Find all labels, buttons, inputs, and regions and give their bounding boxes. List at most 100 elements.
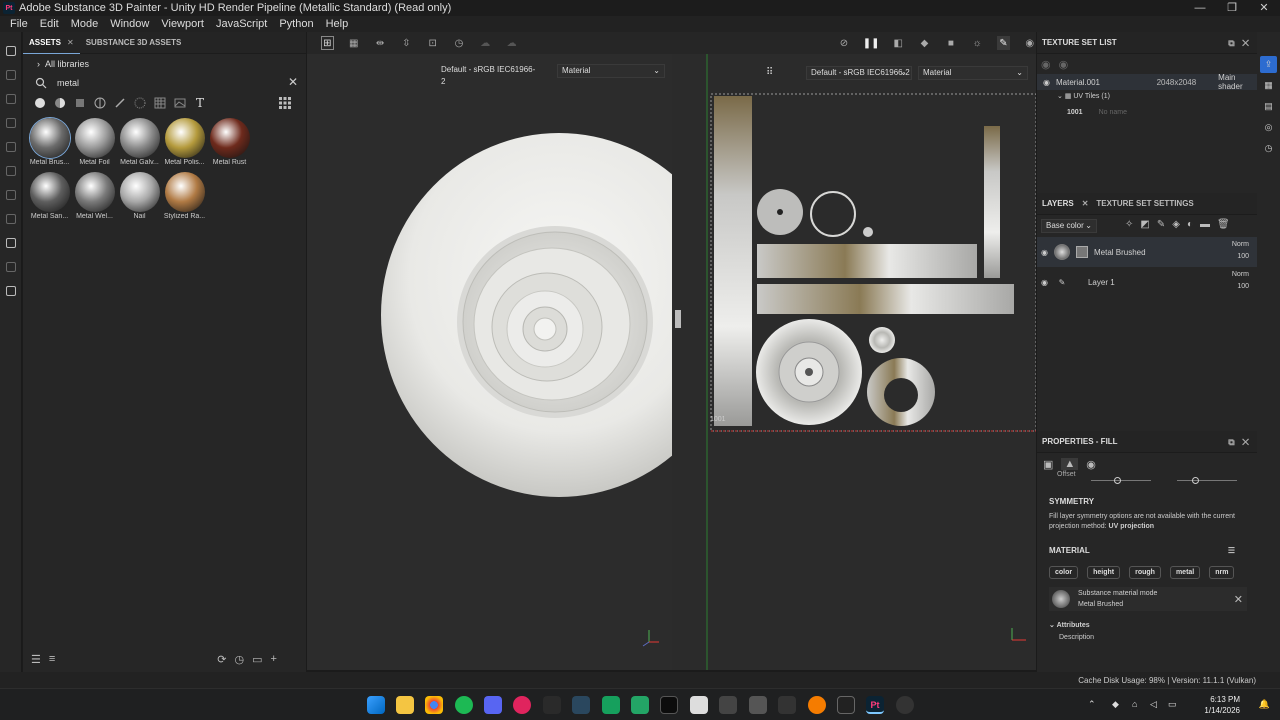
- 3d-view-icon[interactable]: ◆: [918, 36, 930, 50]
- chip-height[interactable]: height: [1087, 566, 1121, 579]
- fill-layer-icon[interactable]: ◈: [1172, 219, 1187, 230]
- brush-icon[interactable]: ✎: [997, 36, 1010, 50]
- blender-icon[interactable]: [808, 696, 826, 714]
- mirror-x-icon[interactable]: ⇹: [374, 36, 386, 50]
- material-mode-row[interactable]: Substance material mode Metal Brushed ✕: [1049, 587, 1247, 611]
- layer-blend[interactable]: Norm 100: [1232, 239, 1249, 263]
- clipboard-icon[interactable]: [5, 286, 16, 296]
- texture-set-shader[interactable]: Main shader: [1218, 73, 1257, 91]
- app-green-icon[interactable]: [602, 696, 620, 714]
- color-profile-right[interactable]: Default - sRGB IEC61966-2 ⌄: [806, 66, 912, 80]
- smart-material-icon[interactable]: ◐: [1187, 219, 1200, 230]
- filter-alphas-icon[interactable]: [133, 96, 147, 110]
- close-panel-icon[interactable]: ✕: [1242, 437, 1249, 447]
- paint-layer-icon[interactable]: ✎: [1157, 219, 1172, 230]
- app-cube-icon[interactable]: [719, 696, 737, 714]
- refresh-icon[interactable]: ⟳: [217, 653, 226, 666]
- uv-tile-row[interactable]: 1001 No name: [1037, 104, 1257, 122]
- terminal-icon[interactable]: [778, 696, 796, 714]
- history-icon[interactable]: ◷: [235, 653, 245, 666]
- layers-icon[interactable]: ▦: [1260, 77, 1277, 94]
- undock-icon[interactable]: ⧉: [1228, 437, 1234, 447]
- eye-icon[interactable]: ◉: [1043, 78, 1050, 87]
- offset-y-slider[interactable]: [1192, 477, 1199, 484]
- color-picker-icon[interactable]: [5, 190, 16, 200]
- material-thumbnail[interactable]: Metal Galv...: [117, 118, 162, 166]
- app-red-icon[interactable]: [513, 696, 531, 714]
- share-icon[interactable]: ⇪: [1260, 56, 1277, 73]
- tab-layers[interactable]: LAYERS: [1042, 199, 1074, 208]
- start-icon[interactable]: [367, 696, 385, 714]
- material-thumbnail[interactable]: Stylized Ra...: [162, 172, 207, 220]
- add-frame-icon[interactable]: ⊡: [427, 36, 439, 50]
- channel-select[interactable]: Base color ⌄: [1041, 219, 1097, 233]
- material-thumbnail[interactable]: Metal Polis...: [162, 118, 207, 166]
- filter-environments-icon[interactable]: [173, 96, 187, 110]
- uv-tiles-row[interactable]: ⌄ ▦ UV Tiles (1): [1037, 90, 1257, 104]
- path-tool-icon[interactable]: [5, 214, 16, 224]
- menu-edit[interactable]: Edit: [34, 18, 65, 30]
- history-icon[interactable]: ◷: [453, 36, 465, 50]
- search-input[interactable]: metal: [57, 78, 79, 88]
- tray-app-icon[interactable]: ◆: [1112, 699, 1119, 710]
- file-explorer-icon[interactable]: [396, 696, 414, 714]
- material-thumbnail[interactable]: Metal Brus...: [27, 118, 72, 166]
- display-settings-icon[interactable]: ◎: [1260, 119, 1277, 136]
- eye-icon[interactable]: ◉: [1041, 248, 1048, 257]
- tab-substance-3d-assets[interactable]: SUBSTANCE 3D ASSETS: [80, 32, 188, 54]
- screenshot-icon[interactable]: ◉: [1024, 36, 1036, 50]
- menu-file[interactable]: File: [4, 18, 34, 30]
- measure-icon[interactable]: [5, 262, 16, 272]
- undock-icon[interactable]: ⧉: [1228, 38, 1234, 48]
- menu-javascript[interactable]: JavaScript: [210, 18, 273, 30]
- channel-dropdown-right[interactable]: Material ⌄: [918, 66, 1028, 80]
- substance-painter-icon[interactable]: Pt: [866, 696, 884, 714]
- tab-assets[interactable]: ASSETS ✕: [23, 32, 80, 54]
- history-icon[interactable]: ◷: [1260, 140, 1277, 157]
- library-selector[interactable]: › All libraries: [23, 54, 306, 74]
- channel-dropdown-left[interactable]: Material ⌄: [557, 64, 665, 78]
- material-thumbnail[interactable]: Metal Foil: [72, 118, 117, 166]
- menu-window[interactable]: Window: [104, 18, 155, 30]
- frame-icon[interactable]: ⊞: [321, 36, 334, 50]
- clear-search-icon[interactable]: ✕: [288, 75, 298, 89]
- layer-blend[interactable]: Norm 100: [1232, 269, 1249, 293]
- close-tab-icon[interactable]: ✕: [67, 38, 74, 47]
- properties-icon[interactable]: ▤: [1260, 98, 1277, 115]
- close-panel-icon[interactable]: ✕: [1242, 38, 1249, 48]
- projection-tool-icon[interactable]: [5, 94, 16, 104]
- color-profile-left[interactable]: Default - sRGB IEC61966-2: [437, 64, 537, 86]
- menu-viewport[interactable]: Viewport: [155, 18, 210, 30]
- close-tab-icon[interactable]: ✕: [1082, 199, 1089, 208]
- paint-tool-icon[interactable]: [5, 46, 16, 56]
- viewport-3d[interactable]: Default - sRGB IEC61966-2 Material ⌄: [307, 32, 672, 670]
- grid-view-icon[interactable]: [278, 96, 292, 110]
- app-w-icon[interactable]: [690, 696, 708, 714]
- pause-icon[interactable]: ❚❚: [863, 36, 880, 50]
- mask-icon[interactable]: ◩: [1140, 219, 1156, 230]
- collapse-icon[interactable]: ≡: [49, 653, 55, 665]
- delete-icon[interactable]: 🗑: [1217, 219, 1237, 230]
- app-maroon-icon[interactable]: [660, 696, 678, 714]
- spotify-icon[interactable]: [455, 696, 473, 714]
- grid-dots-icon[interactable]: ⠿: [766, 67, 773, 78]
- menu-mode[interactable]: Mode: [65, 18, 105, 30]
- chip-nrm[interactable]: nrm: [1209, 566, 1235, 579]
- filter-fonts-icon[interactable]: T: [193, 96, 207, 110]
- material-settings-icon[interactable]: ☰: [1228, 546, 1235, 555]
- material-thumbnail[interactable]: Metal San...: [27, 172, 72, 220]
- grid-icon[interactable]: ▦: [348, 36, 360, 50]
- close-window-button[interactable]: ✕: [1248, 0, 1280, 16]
- offset-x-slider[interactable]: [1114, 477, 1121, 484]
- network-icon[interactable]: ⌂: [1132, 699, 1137, 709]
- cloud-alt-icon[interactable]: ☁: [505, 36, 517, 50]
- minimize-button[interactable]: —: [1184, 0, 1216, 16]
- new-folder-icon[interactable]: ▭: [252, 653, 262, 666]
- app-settings-icon[interactable]: [749, 696, 767, 714]
- remove-material-icon[interactable]: ✕: [1234, 593, 1243, 606]
- clock[interactable]: 6:13 PM 1/14/2026: [1204, 694, 1240, 716]
- tray-chevron-icon[interactable]: ⌃: [1088, 699, 1096, 710]
- volume-icon[interactable]: ◁: [1150, 699, 1157, 710]
- eye-icon[interactable]: ◉: [1059, 58, 1069, 71]
- menu-help[interactable]: Help: [320, 18, 355, 30]
